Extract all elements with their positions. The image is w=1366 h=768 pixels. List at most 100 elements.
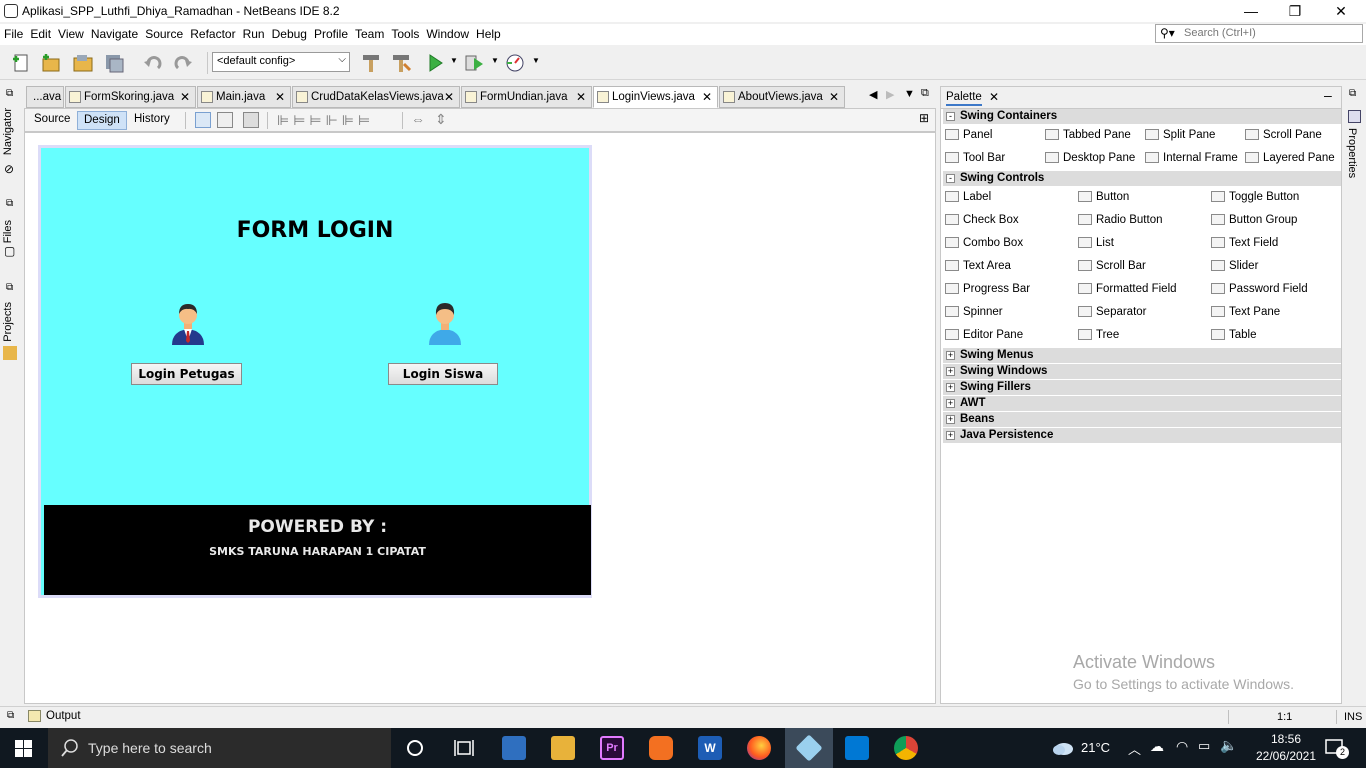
editor-tab[interactable]: ...ava	[26, 86, 64, 108]
onedrive-cloud-icon[interactable]: ☁	[1150, 738, 1164, 755]
resize-horizontal-icon[interactable]: ⇔	[411, 111, 425, 127]
menu-edit[interactable]: Edit	[26, 24, 54, 41]
palette-item-slider[interactable]: Slider	[1210, 258, 1258, 274]
debug-project-icon[interactable]	[463, 52, 485, 74]
menu-tools[interactable]: Tools	[387, 24, 422, 41]
config-select[interactable]: <default config> ⌵	[212, 52, 350, 72]
category-java-persistence[interactable]: + Java Persistence	[943, 428, 1341, 443]
palette-item-layered-pane[interactable]: Layered Pane	[1244, 150, 1335, 166]
cortana-icon[interactable]	[406, 739, 424, 757]
resize-vertical-icon[interactable]: ⇕	[435, 111, 447, 128]
editor-tab-active[interactable]: LoginViews.java ✕	[593, 86, 718, 108]
menu-team[interactable]: Team	[351, 24, 387, 41]
restore-window-icon[interactable]: ⧉	[6, 198, 13, 209]
palette-item-desktop-pane[interactable]: Desktop Pane	[1044, 150, 1135, 166]
palette-item-editor-pane[interactable]: Editor Pane	[944, 327, 1023, 343]
build-hammer-icon[interactable]	[360, 52, 382, 74]
palette-item-button[interactable]: Button	[1077, 189, 1129, 205]
category-swing-menus[interactable]: + Swing Menus	[943, 348, 1341, 363]
preview-design-icon[interactable]	[243, 112, 259, 128]
login-siswa-button[interactable]: Login Siswa	[388, 363, 498, 385]
run-project-icon[interactable]	[424, 52, 446, 74]
chrome-icon[interactable]	[894, 736, 918, 760]
restore-window-icon[interactable]: ⧉	[6, 88, 13, 99]
premiere-pro-icon[interactable]: Pr	[600, 736, 624, 760]
open-project-icon[interactable]	[72, 52, 94, 74]
run-dropdown-icon[interactable]: ▼	[450, 56, 458, 65]
maximize-icon[interactable]: ⊞	[919, 111, 929, 125]
palette-item-internal-frame[interactable]: Internal Frame	[1144, 150, 1238, 166]
category-swing-controls[interactable]: - Swing Controls	[943, 171, 1341, 186]
palette-item-split-pane[interactable]: Split Pane	[1144, 127, 1215, 143]
palette-item-scroll-bar[interactable]: Scroll Bar	[1077, 258, 1146, 274]
taskbar-search-input[interactable]: Type here to search	[48, 728, 391, 768]
palette-item-scroll-pane[interactable]: Scroll Pane	[1244, 127, 1322, 143]
volume-icon[interactable]: 🔈	[1220, 737, 1237, 754]
close-tab-icon[interactable]: ✕	[829, 90, 839, 104]
restore-window-icon[interactable]: ⧉	[7, 710, 14, 721]
menu-profile[interactable]: Profile	[310, 24, 351, 41]
palette-item-toggle-button[interactable]: Toggle Button	[1210, 189, 1299, 205]
palette-item-panel[interactable]: Panel	[944, 127, 992, 143]
clean-build-icon[interactable]	[390, 52, 412, 74]
clock-time[interactable]: 18:56	[1264, 732, 1308, 746]
history-view-button[interactable]: History	[128, 111, 176, 130]
maximize-button[interactable]: ❐	[1272, 0, 1318, 22]
menu-run[interactable]: Run	[239, 24, 268, 41]
palette-item-progress-bar[interactable]: Progress Bar	[944, 281, 1030, 297]
close-tab-icon[interactable]: ✕	[180, 90, 190, 104]
menu-window[interactable]: Window	[422, 24, 472, 41]
firefox-icon[interactable]	[747, 736, 771, 760]
align-icons[interactable]: ⊫⊨⊨⊩⊫⊨	[277, 112, 374, 129]
selection-mode-icon[interactable]	[195, 112, 211, 128]
profile-project-icon[interactable]	[504, 52, 526, 74]
design-view-button[interactable]: Design	[77, 111, 127, 130]
battery-icon[interactable]: ▭	[1198, 738, 1210, 754]
xampp-icon[interactable]	[649, 736, 673, 760]
save-all-icon[interactable]	[103, 52, 125, 74]
new-file-icon[interactable]	[10, 52, 32, 74]
menu-debug[interactable]: Debug	[268, 24, 310, 41]
category-swing-fillers[interactable]: + Swing Fillers	[943, 380, 1341, 395]
editor-tab[interactable]: AboutViews.java ✕	[719, 86, 845, 108]
restore-window-icon[interactable]: ⧉	[6, 282, 13, 293]
connection-mode-icon[interactable]	[217, 112, 233, 128]
menu-navigate[interactable]: Navigate	[87, 24, 141, 41]
undo-icon[interactable]	[142, 52, 164, 74]
palette-item-combo-box[interactable]: Combo Box	[944, 235, 1023, 251]
word-icon[interactable]: W	[698, 736, 722, 760]
category-swing-containers[interactable]: - Swing Containers	[943, 109, 1341, 124]
palette-item-password-field[interactable]: Password Field	[1210, 281, 1308, 297]
palette-item-tree[interactable]: Tree	[1077, 327, 1119, 343]
scroll-tabs-right-icon[interactable]: ▶	[886, 88, 894, 101]
task-view-icon[interactable]	[454, 739, 474, 757]
category-beans[interactable]: + Beans	[943, 412, 1341, 427]
restore-window-icon[interactable]: ⧉	[1349, 88, 1356, 99]
palette-item-text-area[interactable]: Text Area	[944, 258, 1011, 274]
editor-tab[interactable]: CrudDataKelasViews.java ✕	[292, 86, 460, 108]
debug-dropdown-icon[interactable]: ▼	[491, 56, 499, 65]
palette-item-button-group[interactable]: Button Group	[1210, 212, 1297, 228]
profile-dropdown-icon[interactable]: ▼	[532, 56, 540, 65]
chevron-up-icon[interactable]: ︿	[1128, 739, 1141, 758]
scroll-tabs-left-icon[interactable]: ◀	[869, 88, 877, 101]
palette-item-check-box[interactable]: Check Box	[944, 212, 1019, 228]
output-tab[interactable]: Output	[46, 710, 81, 722]
search-input[interactable]: ⚲▾ Search (Ctrl+I)	[1155, 24, 1363, 43]
redo-icon[interactable]	[172, 52, 194, 74]
source-view-button[interactable]: Source	[28, 111, 76, 130]
palette-item-separator[interactable]: Separator	[1077, 304, 1147, 320]
properties-tab[interactable]: Properties	[1346, 128, 1358, 178]
close-tab-icon[interactable]: ✕	[702, 90, 712, 104]
tab-list-dropdown-icon[interactable]: ▼	[904, 88, 915, 100]
palette-item-tabbed-pane[interactable]: Tabbed Pane	[1044, 127, 1131, 143]
minimize-palette-icon[interactable]: –	[1324, 87, 1332, 103]
microsoft-store-icon[interactable]	[502, 736, 526, 760]
palette-item-formatted-field[interactable]: Formatted Field	[1077, 281, 1177, 297]
navigator-tab[interactable]: Navigator	[2, 108, 14, 155]
clock-date[interactable]: 22/06/2021	[1246, 749, 1326, 763]
palette-item-text-pane[interactable]: Text Pane	[1210, 304, 1280, 320]
projects-tab[interactable]: Projects	[2, 302, 14, 342]
menu-help[interactable]: Help	[472, 24, 504, 41]
category-swing-windows[interactable]: + Swing Windows	[943, 364, 1341, 379]
